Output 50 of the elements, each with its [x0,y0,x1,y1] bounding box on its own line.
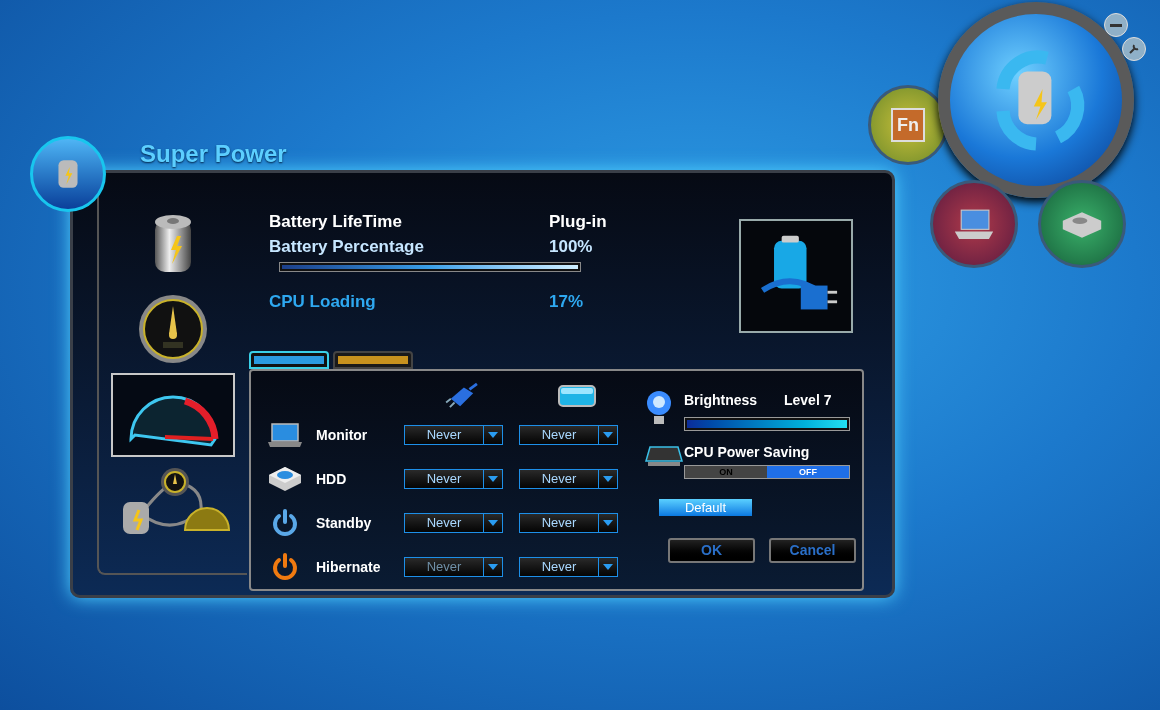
status-value: 100% [549,235,593,258]
timer-label: Hibernate [315,557,382,577]
tab[interactable] [333,351,413,369]
timer-label: Monitor [315,425,369,445]
dropdown[interactable]: Never [519,469,618,490]
caret-icon [488,564,498,570]
tab[interactable] [249,351,329,369]
dropdown[interactable]: Never [404,513,503,534]
dropdown[interactable]: Never [519,557,618,577]
caret-icon [603,564,613,570]
caret-icon [603,432,613,439]
dropdown[interactable]: Never [404,425,503,446]
laptop-icon [952,208,996,240]
default-button[interactable]: Default [659,499,752,516]
battery-icon [556,383,597,410]
fn-label: Fn [891,108,925,142]
caret-icon [488,520,498,527]
dropdown[interactable]: Never [404,469,503,490]
fn-orb-button[interactable]: Fn [868,85,948,165]
status-label: Battery Percentage [269,235,425,258]
power-icon [270,508,300,539]
mode-item[interactable] [111,373,235,457]
minimize-button[interactable] [1104,13,1128,37]
brightness-level: Level 7 [784,390,832,410]
app-title: Super Power [140,140,287,168]
status-label: Battery LifeTime [269,210,403,233]
dropdown[interactable]: Never [519,513,618,534]
gauge-icon [138,294,208,364]
power-saving-switch[interactable]: ON OFF [684,465,850,479]
caret-icon [603,520,613,527]
cpu-loading-value: 17% [549,290,584,313]
dropdown[interactable]: Never [519,425,618,446]
status-value: Plug-in [549,210,607,233]
caret-icon [603,476,613,483]
ok-button[interactable]: OK [668,538,755,563]
switch-option[interactable]: OFF [767,466,849,478]
cpu-loading-label: CPU Loading [269,290,377,313]
caret-icon [488,476,498,483]
timer-label: Standby [315,513,373,533]
cpu-power-saving-label: CPU Power Saving [684,443,811,462]
caret-icon [488,432,498,439]
wrench-icon [1128,43,1140,55]
power-icon [270,552,300,582]
power-plug-icon [444,382,479,411]
hard-drive-icon [267,465,303,494]
timer-label: HDD [315,469,348,489]
cancel-button[interactable]: Cancel [769,538,856,563]
brightness-label: Brightness [684,390,759,410]
laptop-icon [267,422,303,449]
settings-button[interactable] [1122,37,1146,61]
